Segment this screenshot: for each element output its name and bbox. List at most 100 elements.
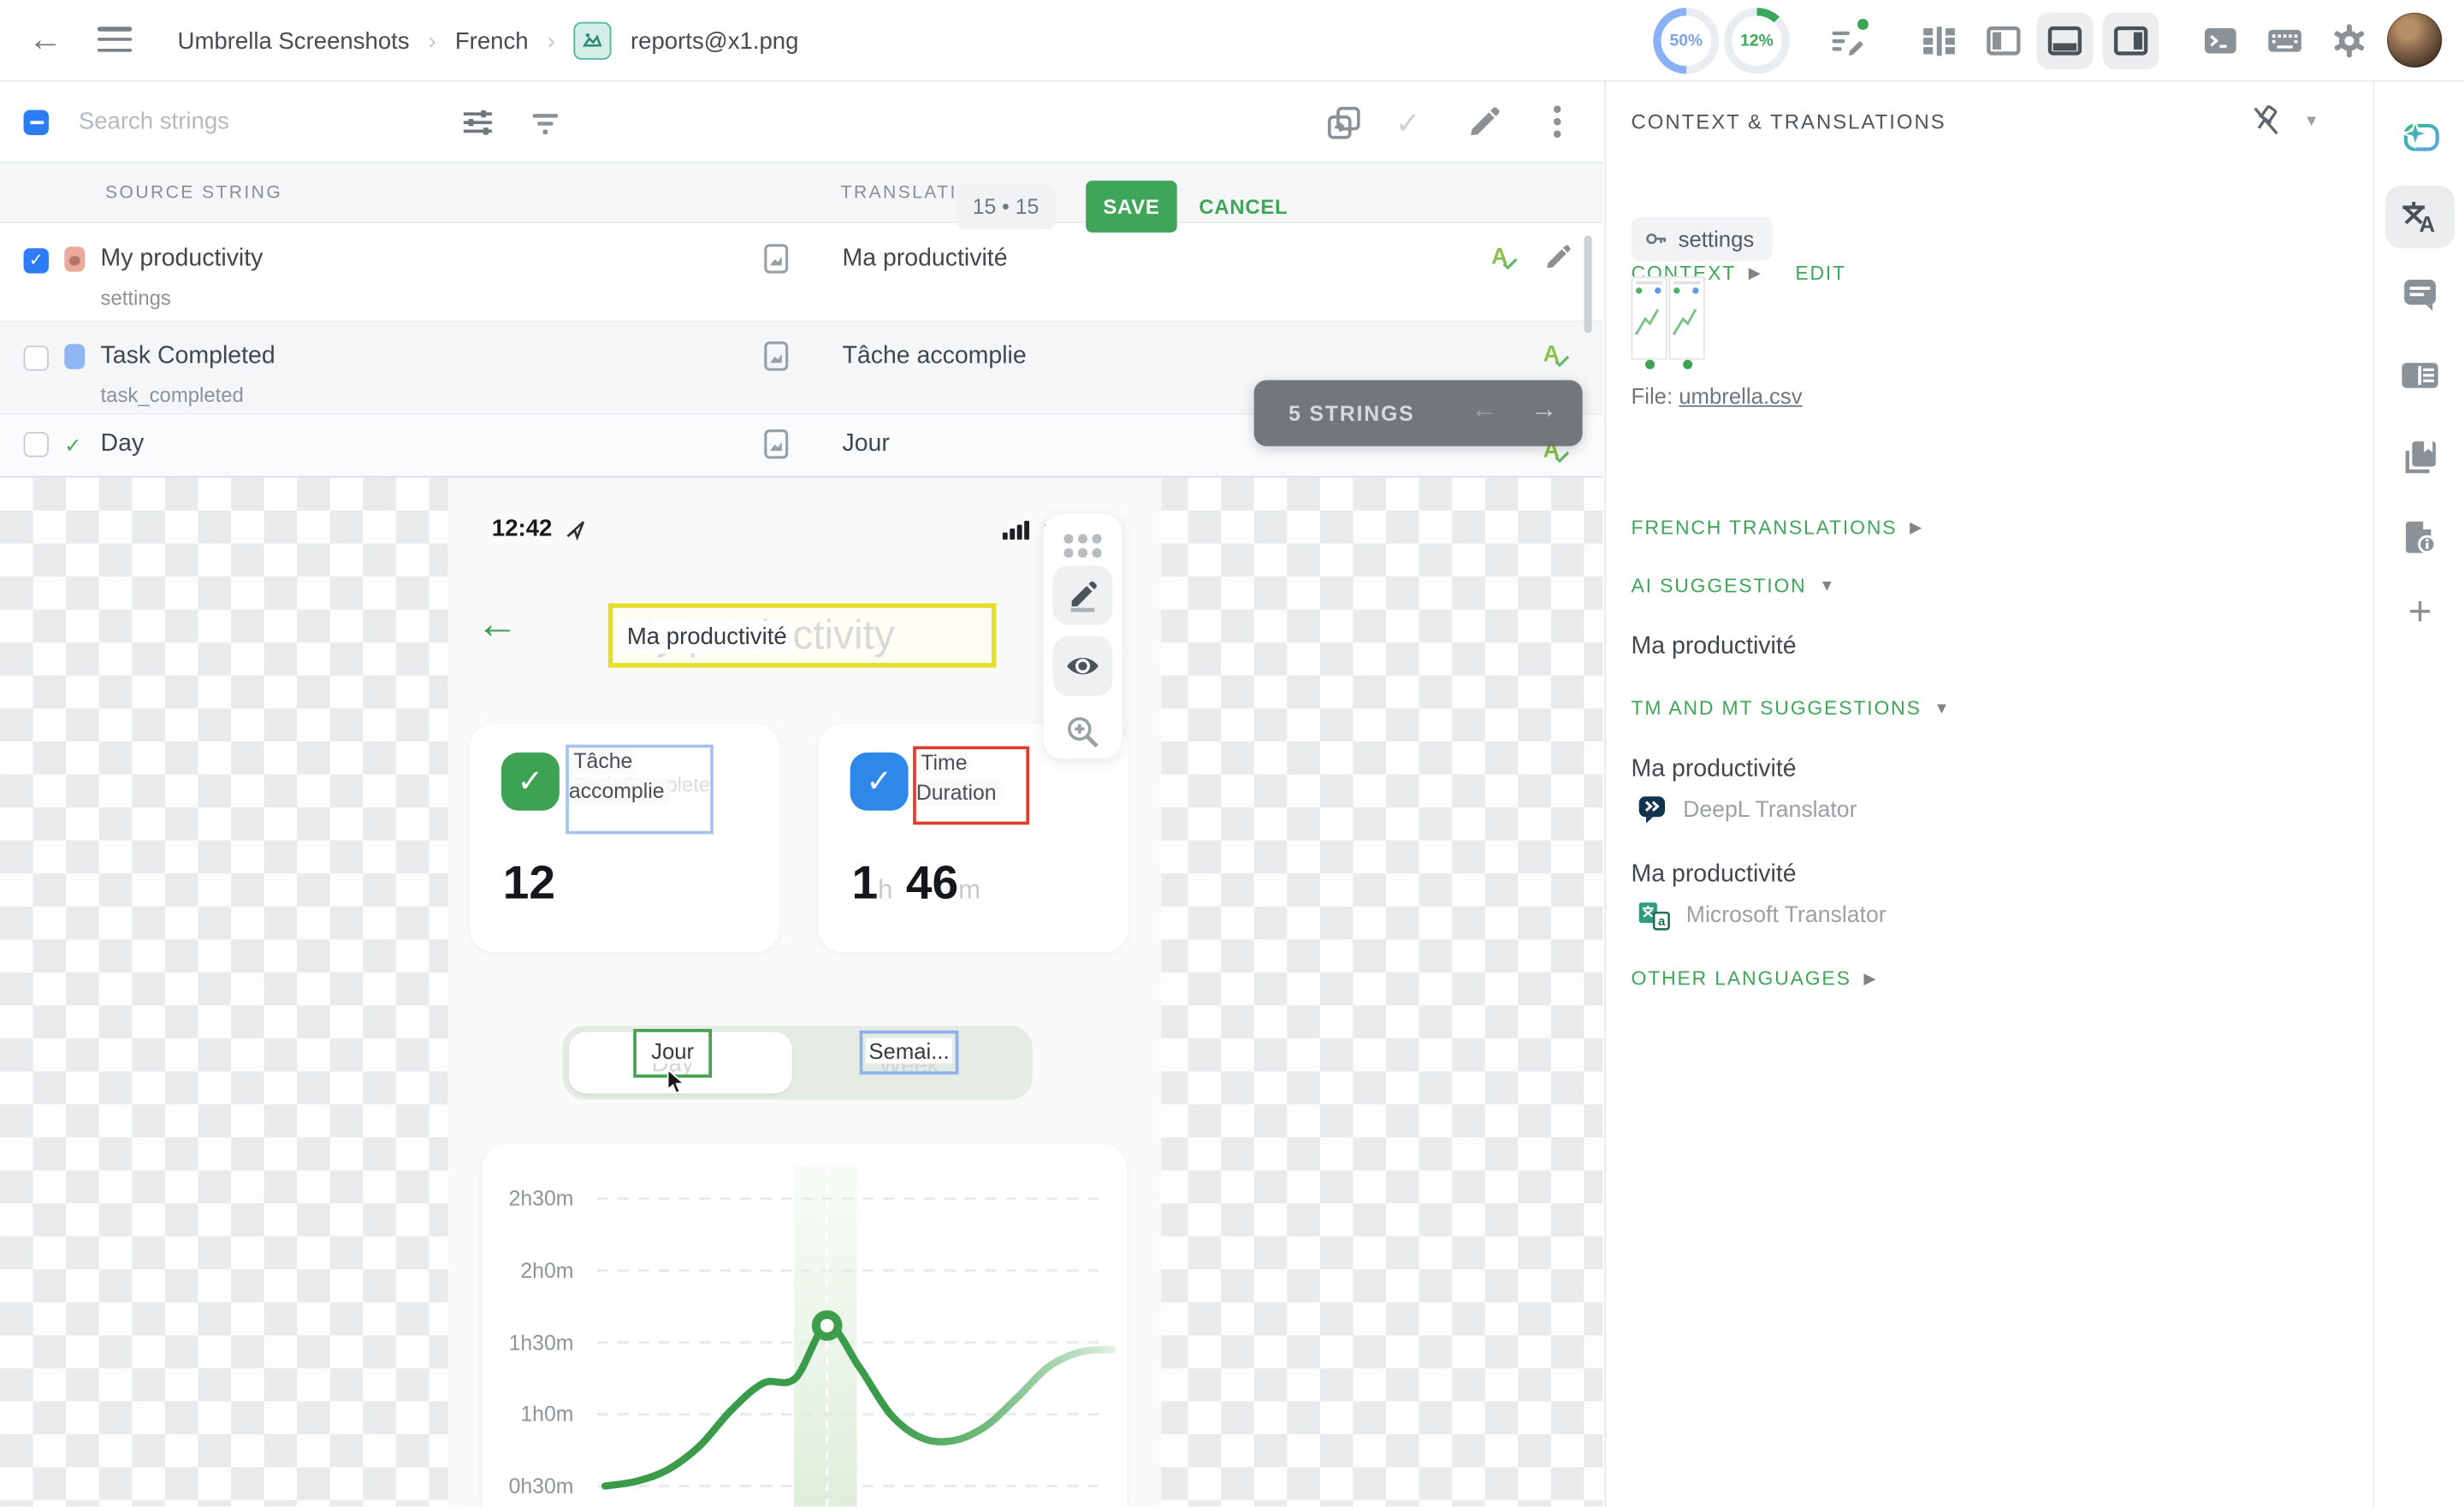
suggestion-text[interactable]: Ma productivité [1632,755,1797,783]
terminal-icon[interactable] [2201,22,2239,60]
deepl-icon [1638,795,1667,824]
preview-eye-button[interactable] [1053,636,1113,696]
card-label-untranslated[interactable]: Time Duration [913,746,1029,824]
unpin-icon[interactable] [2250,103,2282,146]
day-translation-text: Jour [648,1038,696,1063]
key-chip[interactable]: settings [1632,216,1774,260]
translate-tab-icon[interactable]: A [2385,186,2455,248]
check-chip-blue: ✓ [850,753,909,811]
settings-gear-icon[interactable] [2331,22,2368,60]
table-row[interactable]: ✓ My productivity settings Ma productivi… [0,223,1602,322]
screenshot-link-icon[interactable] [764,341,789,381]
comments-icon[interactable] [2385,264,2455,327]
section-ai-suggestion[interactable]: AI SUGGESTION▼ [1632,575,1835,597]
layout-right-panel-button[interactable] [2103,13,2159,69]
row-checkbox[interactable]: ✓ [24,248,49,273]
toggle-week-overlay[interactable]: Week Semai... [860,1031,959,1074]
chevron-down-icon: ▼ [1819,577,1834,594]
screenshot-thumbnail[interactable] [1632,276,1705,359]
row-checkbox[interactable] [24,346,49,370]
svg-text:a: a [1658,915,1666,929]
spellcheck-ok-icon[interactable]: A [1543,341,1575,373]
pages-bookmark-icon[interactable] [2385,426,2455,488]
string-key[interactable]: task_completed [101,383,244,407]
spellcheck-ok-icon[interactable]: A [1491,244,1523,275]
section-french-translations[interactable]: FRENCH TRANSLATIONS▶ [1632,517,1922,539]
period-toggle[interactable]: Day Jour Week Semai... [563,1025,1033,1099]
source-string[interactable]: Task Completed [101,342,275,370]
card-label-overlay[interactable]: Task Completed Tâche accomplie [566,745,714,835]
layout-left-panel-icon[interactable] [1985,22,2023,60]
edit-pencil-icon[interactable] [1466,105,1504,143]
section-tm-mt[interactable]: TM AND MT SUGGESTIONS▼ [1632,698,1950,720]
source-string[interactable]: My productivity [101,245,264,274]
phone-back-arrow: ← [477,603,519,646]
collapse-chevron-icon[interactable]: ▼ [2304,113,2319,130]
topbar: ← Umbrella Screenshots › French › report… [0,0,2464,82]
translation-string[interactable]: Tâche accomplie [842,342,1026,370]
screenshot-link-icon[interactable] [764,428,789,468]
table-columns-icon[interactable] [1920,22,1958,60]
approve-check-icon[interactable]: ✓ [1395,107,1420,143]
edit-link[interactable]: EDIT [1795,263,1846,285]
breadcrumb-file[interactable]: reports@x1.png [631,27,798,54]
canvas-tool-palette [1044,514,1122,759]
breadcrumb-language[interactable]: French [455,27,529,54]
more-options-icon[interactable]: ••• [1549,103,1565,141]
select-all-checkbox[interactable] [24,110,49,135]
line-chart [483,1144,1127,1506]
suggestion-provider: a Microsoft Translator [1638,899,1886,932]
duplicate-arrow-icon[interactable] [1324,103,1362,141]
row-checkbox[interactable] [24,432,49,457]
translation-string[interactable]: Ma productivité [842,245,1007,274]
tasks-card: ✓ Task Completed Tâche accomplie 12 [470,724,779,952]
app-window: ← Umbrella Screenshots › French › report… [0,0,2464,1506]
string-key[interactable]: settings [101,286,171,310]
add-panel-icon[interactable]: + [2374,588,2464,636]
location-arrow-icon [564,518,586,548]
panel-title: CONTEXT & TRANSLATIONS [1632,110,1946,134]
prev-arrow-icon[interactable]: ← [1471,394,1497,426]
translation-string[interactable]: Jour [842,430,889,458]
ai-suggestion-text[interactable]: Ma productivité [1632,633,1797,661]
breadcrumb-project[interactable]: Umbrella Screenshots [178,27,410,54]
source-string[interactable]: Day [101,430,145,458]
list-scrollbar[interactable] [1584,236,1591,334]
search-input[interactable]: Search strings [79,109,229,135]
y-axis-tick: 2h30m [483,1187,574,1211]
suggestion-text[interactable]: Ma productivité [1632,861,1797,889]
article-card-icon[interactable] [2385,344,2455,406]
edit-translation-icon[interactable] [1543,244,1572,280]
user-avatar[interactable] [2387,13,2442,68]
microsoft-translator-icon: a [1638,899,1671,932]
translated-check-icon: ✓ [64,434,81,458]
filter-icon[interactable] [528,107,566,145]
chevron-right-icon: › [548,27,555,54]
layout-bottom-panel-button[interactable] [2036,13,2093,69]
screenshot-link-icon[interactable] [764,244,789,283]
breadcrumb: Umbrella Screenshots › French › reports@… [178,0,799,82]
file-info-icon[interactable] [2385,505,2455,568]
progress-ring-green[interactable]: 12% [1724,8,1790,74]
strings-counter: 15 • 15 [956,184,1057,229]
section-other-languages[interactable]: OTHER LANGUAGES▶ [1632,967,1876,990]
drag-handle-icon[interactable] [1063,534,1101,557]
draw-box-tool-button[interactable] [1053,565,1113,625]
menu-icon[interactable] [98,27,132,55]
y-axis-tick: 1h0m [483,1403,574,1427]
zoom-tool-icon[interactable] [1063,713,1101,759]
screenshot-canvas[interactable]: 12:42 ← My productivity Ma productivité … [0,476,1602,1507]
file-link[interactable]: umbrella.csv [1679,383,1802,408]
next-arrow-icon[interactable]: → [1531,394,1557,426]
cancel-button[interactable]: CANCEL [1199,180,1288,233]
progress-ring-blue[interactable]: 50% [1653,8,1719,74]
tune-filters-icon[interactable] [460,105,498,143]
back-arrow-button[interactable]: ← [25,19,66,60]
ai-sparkle-icon[interactable] [2385,105,2455,168]
peak-marker [816,1315,838,1337]
keyboard-icon[interactable] [2266,22,2304,60]
save-button[interactable]: SAVE [1086,180,1177,233]
tasks-edit-icon[interactable] [1829,22,1867,60]
screenshot-file-icon [574,22,612,60]
title-translation-overlay[interactable]: My productivity Ma productivité [608,603,997,667]
